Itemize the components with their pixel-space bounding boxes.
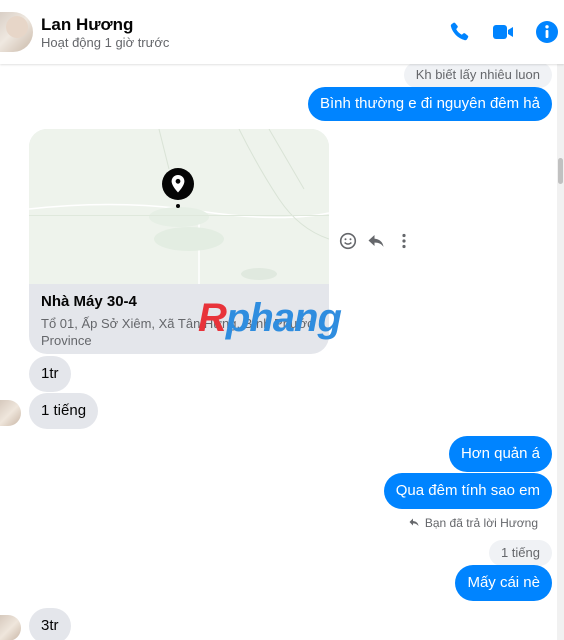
location-name: Nhà Máy 30-4 [41, 293, 137, 310]
info-icon[interactable] [535, 20, 559, 44]
react-emoji-icon[interactable] [339, 232, 357, 250]
video-call-icon[interactable] [491, 20, 515, 44]
location-map[interactable] [29, 129, 329, 284]
watermark-part-red: R [198, 296, 227, 340]
sender-avatar[interactable] [0, 615, 21, 640]
contact-status: Hoạt động 1 giờ trước [41, 35, 170, 50]
outgoing-message[interactable]: Qua đêm tính sao em [383, 473, 552, 509]
watermark-logo: Rphang [198, 296, 342, 341]
more-options-icon[interactable] [395, 232, 413, 250]
sender-avatar[interactable] [0, 400, 21, 426]
incoming-message[interactable]: 1 tiếng [29, 393, 99, 429]
outgoing-message[interactable]: Mấy cái nè [455, 565, 552, 601]
replied-message-quote[interactable]: 1 tiếng [488, 540, 552, 566]
incoming-message[interactable]: 3tr [29, 608, 71, 640]
phone-icon[interactable] [447, 20, 471, 44]
reply-indicator-text: Bạn đã trả lời Hương [424, 516, 538, 530]
outgoing-message[interactable]: Bình thường e đi nguyên đêm hả [307, 87, 552, 121]
chat-header: Lan Hương Hoạt động 1 giờ trước [0, 0, 564, 64]
watermark-part-blue: phang [225, 296, 342, 340]
incoming-message[interactable]: 1tr [29, 356, 71, 392]
contact-name[interactable]: Lan Hương [41, 15, 133, 35]
location-pin-icon [161, 167, 195, 209]
reply-indicator: Bạn đã trả lời Hương [409, 516, 538, 530]
reply-arrow-icon [409, 516, 419, 530]
replied-message-quote[interactable]: Kh biết lấy nhiêu luon [403, 62, 552, 88]
scrollbar-thumb[interactable] [558, 158, 563, 184]
outgoing-message[interactable]: Hơn quản á [448, 436, 552, 472]
reply-icon[interactable] [367, 232, 385, 250]
chat-scrollbar[interactable] [557, 64, 564, 640]
messenger-chat-window: Lan Hương Hoạt động 1 giờ trước Kh biết … [0, 0, 564, 640]
contact-avatar[interactable] [0, 12, 33, 52]
